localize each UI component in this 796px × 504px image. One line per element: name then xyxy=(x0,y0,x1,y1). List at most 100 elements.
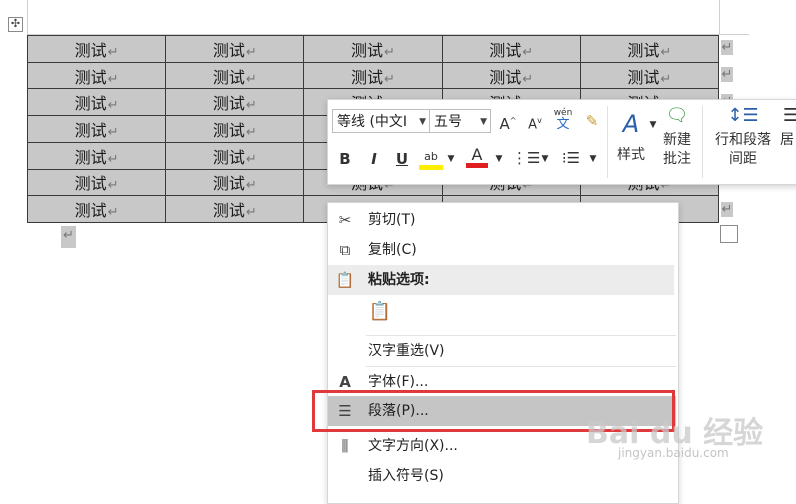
cell-text: 测试 xyxy=(74,120,107,140)
highlight-icon: ab xyxy=(424,150,438,163)
table-cell[interactable]: 测试↵ xyxy=(579,61,720,90)
menu-item-copy[interactable]: ⧉ 复制(C) xyxy=(328,235,676,265)
paragraph-mark-icon: ↵ xyxy=(245,98,257,114)
chevron-down-icon[interactable]: ▼ xyxy=(540,148,550,170)
table-cell[interactable]: 测试↵ xyxy=(26,88,167,117)
cell-text: 测试 xyxy=(212,67,245,87)
menu-item-label: 汉字重选(V) xyxy=(368,343,445,359)
paragraph-mark-icon: ↵ xyxy=(660,71,672,87)
menu-header-paste-options: 📋 粘贴选项: xyxy=(328,265,674,295)
line-spacing-icon: ↕☰ xyxy=(727,105,759,126)
menu-item-label: 复制(C) xyxy=(368,242,417,258)
cell-text: 测试 xyxy=(74,201,107,221)
center-button[interactable]: ☰ 居 xyxy=(780,106,796,150)
styles-button[interactable]: A 样式 xyxy=(611,110,651,165)
page-guide-right xyxy=(719,0,720,34)
bullets-list-icon[interactable]: ⋮☰ xyxy=(512,147,540,169)
chevron-down-icon[interactable]: ▼ xyxy=(446,148,456,170)
paragraph-mark-icon: ↵ xyxy=(384,71,395,87)
table-move-handle-icon[interactable]: ✣ xyxy=(8,17,23,32)
paragraph-mark-icon: ↵ xyxy=(660,44,672,60)
font-color-button[interactable]: A xyxy=(466,144,488,168)
bold-button[interactable]: B xyxy=(335,148,355,170)
table-cell[interactable]: 测试↵ xyxy=(165,88,305,117)
cell-text: 测试 xyxy=(74,40,107,60)
highlight-button[interactable]: ab xyxy=(419,144,443,170)
table-cell[interactable]: 测试↵ xyxy=(26,115,167,143)
paragraph-mark-icon: ↵ xyxy=(522,44,534,60)
font-name-combo[interactable]: 等线 (中文I ▼ xyxy=(332,109,430,133)
paragraph-mark-icon: ↵ xyxy=(107,151,119,167)
cell-text: 测试 xyxy=(212,94,245,114)
phonetic-guide-icon-bottom: 文 xyxy=(556,117,570,132)
font-size-combo[interactable]: 五号 ▼ xyxy=(429,109,491,133)
table-row: 测试↵测试↵测试↵测试↵测试↵ xyxy=(26,61,720,90)
table-row: 测试↵测试↵测试↵测试↵测试↵ xyxy=(26,35,720,63)
phonetic-guide-button[interactable]: wén 文 xyxy=(551,108,575,132)
paste-keep-format-button[interactable]: 📋 xyxy=(366,297,394,329)
table-resize-handle[interactable] xyxy=(720,225,738,243)
paragraph-mark-icon: ↵ xyxy=(107,98,119,114)
center-label: 居 xyxy=(780,132,794,148)
paragraph-mark-icon: ↵ xyxy=(245,124,257,140)
shrink-font-icon: A xyxy=(528,117,538,133)
underline-button[interactable]: U xyxy=(392,148,412,170)
table-cell[interactable]: 测试↵ xyxy=(579,35,720,63)
paragraph-mark-icon: ↵ xyxy=(245,205,257,221)
after-table-paragraph-mark: ↵ xyxy=(61,226,76,248)
chevron-down-icon[interactable]: ▼ xyxy=(494,148,504,170)
line-spacing-label-1: 行和段落 xyxy=(715,132,771,148)
line-spacing-label-2: 间距 xyxy=(729,151,757,167)
cell-text: 测试 xyxy=(74,67,107,87)
comment-icon: 🗨 xyxy=(665,105,689,126)
italic-button[interactable]: I xyxy=(364,148,384,170)
cell-text: 测试 xyxy=(351,40,384,60)
table-cell[interactable]: 测试↵ xyxy=(303,35,443,63)
cell-text: 测试 xyxy=(627,40,660,60)
menu-item-reconversion[interactable]: 汉字重选(V) xyxy=(328,336,676,366)
cell-text: 测试 xyxy=(74,147,107,167)
table-cell[interactable]: 测试↵ xyxy=(165,115,305,143)
cell-text: 测试 xyxy=(489,40,522,60)
row-end-mark: ↵ xyxy=(721,202,733,217)
table-cell[interactable]: 测试↵ xyxy=(441,35,581,63)
chevron-down-icon[interactable]: ▼ xyxy=(588,148,598,170)
styles-icon: A xyxy=(622,110,640,138)
row-end-mark: ↵ xyxy=(721,40,733,55)
menu-item-insert-symbol[interactable]: 插入符号(S) xyxy=(328,461,676,491)
table-cell[interactable]: 测试↵ xyxy=(165,35,305,63)
table-cell[interactable]: 测试↵ xyxy=(165,195,305,223)
cell-text: 测试 xyxy=(489,67,522,87)
table-cell[interactable]: 测试↵ xyxy=(165,141,305,170)
table-cell[interactable]: 测试↵ xyxy=(26,61,167,90)
cell-text: 测试 xyxy=(212,174,245,194)
table-cell[interactable]: 测试↵ xyxy=(26,141,167,170)
menu-item-cut[interactable]: ✂ 剪切(T) xyxy=(328,205,676,235)
baidu-watermark-url: jingyan.baidu.com xyxy=(618,446,729,460)
table-cell[interactable]: 测试↵ xyxy=(441,61,581,90)
table-cell[interactable]: 测试↵ xyxy=(26,168,167,197)
numbered-list-icon[interactable]: ⁝☰ xyxy=(558,147,584,169)
chevron-down-icon: ▼ xyxy=(419,117,426,127)
menu-item-label: 插入符号(S) xyxy=(368,468,444,484)
cell-text: 测试 xyxy=(351,67,384,87)
page-guide-left xyxy=(27,0,28,34)
font-color-icon: A xyxy=(471,145,483,164)
table-cell[interactable]: 测试↵ xyxy=(26,35,167,63)
new-comment-label-2: 批注 xyxy=(663,151,691,167)
table-cell[interactable]: 测试↵ xyxy=(26,195,167,223)
new-comment-button[interactable]: 🗨 新建 批注 xyxy=(657,106,697,169)
paste-icon: 📋 xyxy=(335,271,355,289)
line-spacing-button[interactable]: ↕☰ 行和段落 间距 xyxy=(708,106,778,169)
table-cell[interactable]: 测试↵ xyxy=(165,168,305,197)
grow-font-button[interactable]: A^ xyxy=(498,110,518,135)
cell-text: 测试 xyxy=(212,40,245,60)
format-painter-icon[interactable]: ✎ xyxy=(581,110,603,132)
font-name-value: 等线 (中文I xyxy=(337,114,408,130)
table-cell[interactable]: 测试↵ xyxy=(303,61,443,90)
table-cell[interactable]: 测试↵ xyxy=(165,61,305,90)
center-align-icon: ☰ xyxy=(782,106,796,126)
paragraph-mark-icon: ↵ xyxy=(384,44,395,60)
shrink-font-button[interactable]: Av xyxy=(525,110,545,136)
toolbar-divider xyxy=(607,106,608,178)
